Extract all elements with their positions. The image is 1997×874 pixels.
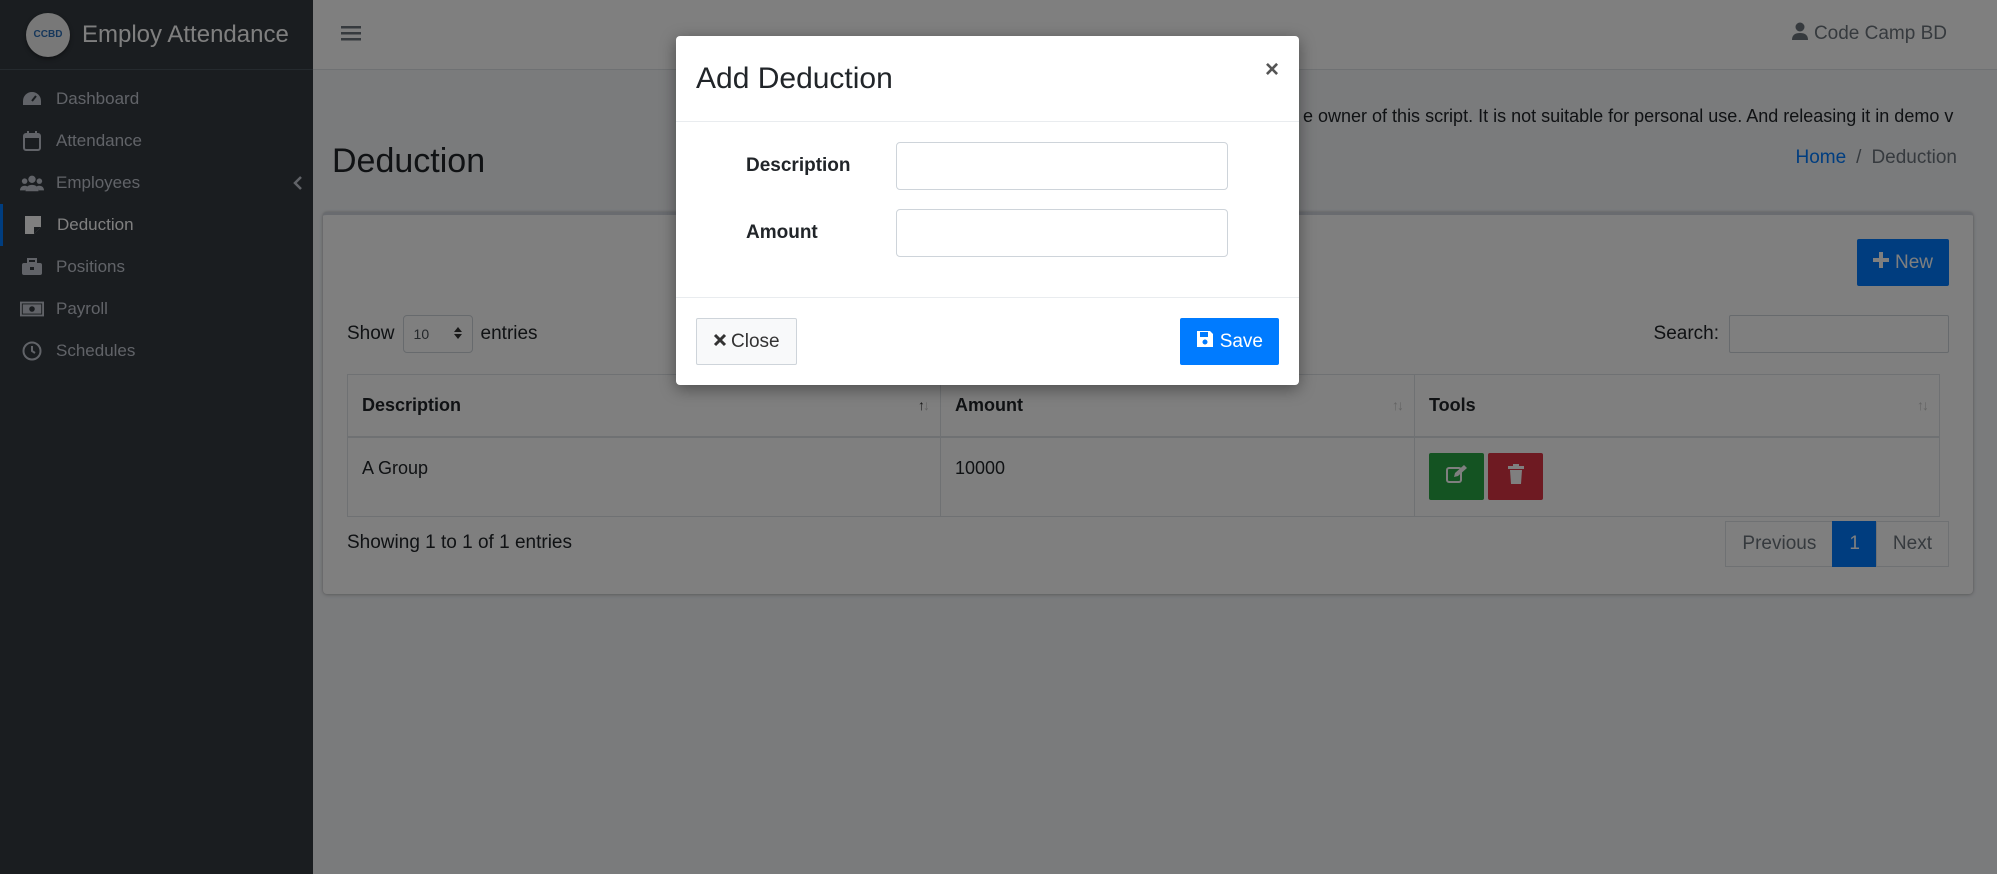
form-row-amount: Amount bbox=[676, 209, 1299, 257]
modal-title: Add Deduction bbox=[696, 62, 893, 95]
form-row-description: Description bbox=[676, 142, 1299, 190]
close-button-label: Close bbox=[731, 330, 780, 352]
add-deduction-modal: Add Deduction × Description Amount Close… bbox=[676, 36, 1299, 385]
close-button[interactable]: Close bbox=[696, 318, 797, 365]
amount-field[interactable] bbox=[896, 209, 1228, 257]
modal-footer: Close Save bbox=[676, 297, 1299, 385]
description-label: Description bbox=[746, 155, 851, 176]
save-button-label: Save bbox=[1219, 330, 1263, 352]
close-icon[interactable]: × bbox=[1265, 56, 1279, 84]
close-x-icon bbox=[713, 331, 727, 353]
modal-header: Add Deduction × bbox=[676, 36, 1299, 122]
description-field[interactable] bbox=[896, 142, 1228, 190]
amount-label: Amount bbox=[746, 222, 818, 243]
save-button[interactable]: Save bbox=[1179, 318, 1279, 365]
save-icon bbox=[1196, 330, 1214, 354]
